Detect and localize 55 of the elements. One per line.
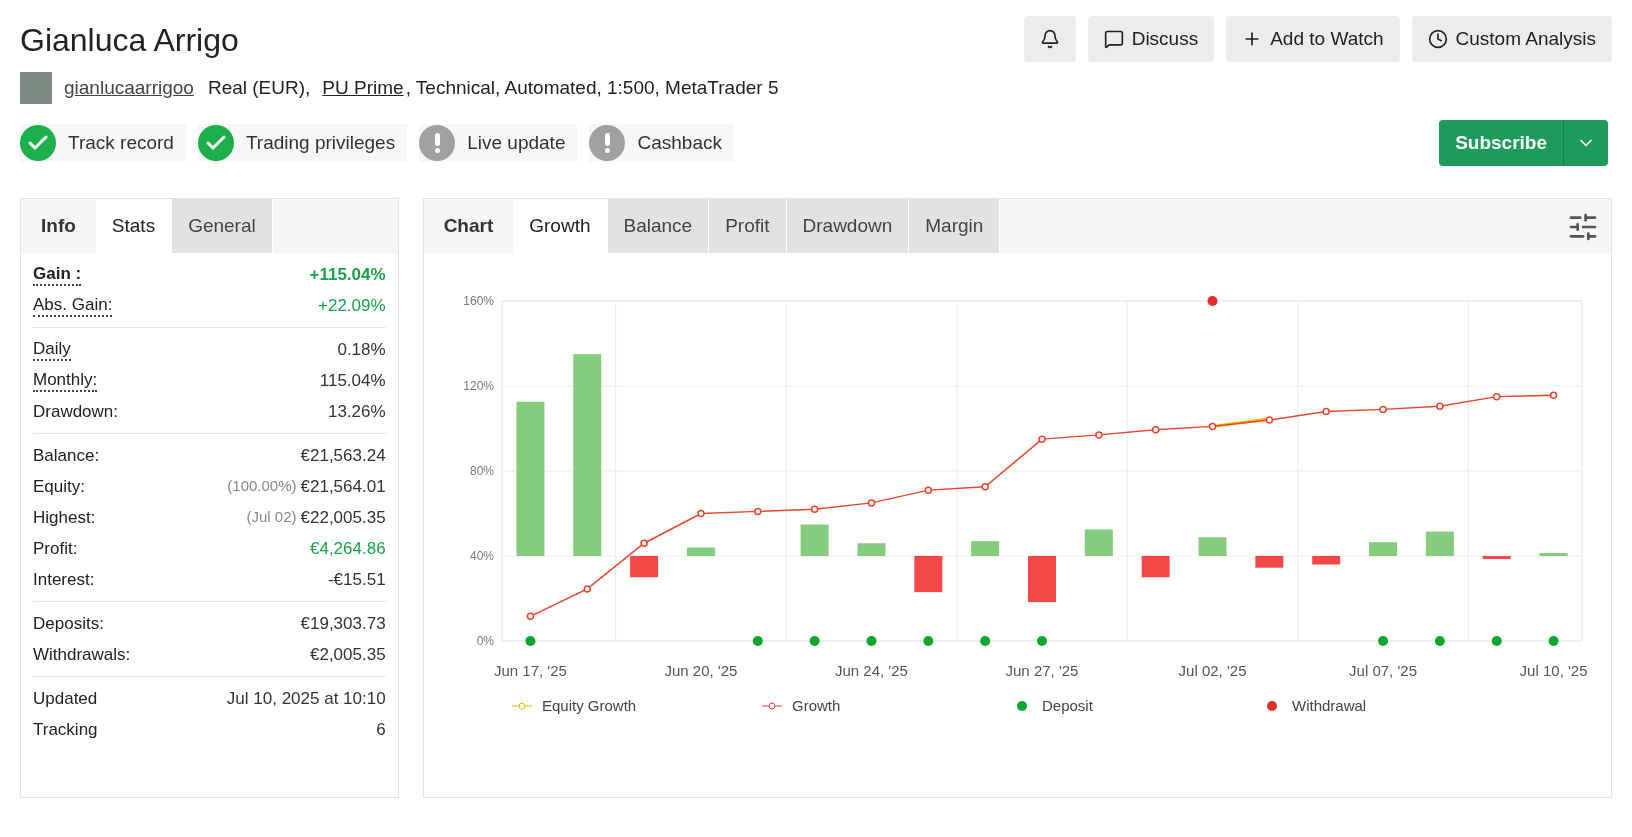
axis-label: Jun 27, '25 bbox=[1005, 662, 1079, 679]
account-details: , Technical, Automated, 1:500, MetaTrader 5 bbox=[405, 75, 779, 100]
axis-label: 0% bbox=[476, 634, 494, 648]
stat-value: 13.26% bbox=[327, 400, 386, 423]
stat-value: €2,005.35 bbox=[310, 643, 386, 666]
stat-value: Jul 10, 2025 at 10:10 bbox=[226, 687, 386, 710]
stat-value: -€15.51 bbox=[327, 568, 386, 591]
stat-label: Balance: bbox=[33, 444, 100, 467]
stat-label: Tracking bbox=[33, 718, 98, 741]
stat-value: €4,264.86 bbox=[310, 537, 386, 560]
stat-label: Gain : bbox=[33, 262, 82, 287]
stat-label: Withdrawals: bbox=[33, 643, 131, 666]
legend-label: Growth bbox=[791, 697, 840, 714]
stat-label: Highest: bbox=[33, 506, 96, 529]
badge-label: Trading privileges bbox=[245, 130, 396, 155]
axis-label: 120% bbox=[462, 379, 494, 393]
stat-label: Interest: bbox=[33, 568, 95, 591]
account-details: Real (EUR), bbox=[207, 75, 311, 100]
stat-label: Drawdown: bbox=[33, 400, 119, 423]
stat-value: €19,303.73 bbox=[300, 612, 386, 635]
stat-value: +22.09% bbox=[318, 294, 386, 317]
stat-label: Equity: bbox=[33, 475, 85, 498]
axis-label: Jul 10, '25 bbox=[1519, 662, 1588, 679]
badge-label: Track record bbox=[68, 130, 174, 155]
stat-label: Deposits: bbox=[33, 612, 104, 635]
panel-title: Info bbox=[40, 213, 77, 238]
axis-label: 40% bbox=[469, 549, 494, 563]
stat-label: Updated bbox=[33, 687, 98, 710]
stat-value: 0.18% bbox=[337, 338, 386, 361]
axis-label: Jun 17, '25 bbox=[493, 662, 567, 679]
legend-label: Equity Growth bbox=[541, 697, 636, 714]
legend-label: Withdrawal bbox=[1291, 697, 1366, 714]
stat-value: 6 bbox=[376, 718, 386, 741]
badge-label: Cashback bbox=[637, 130, 722, 155]
axis-label: Jul 07, '25 bbox=[1348, 662, 1417, 679]
axis-label: Jun 20, '25 bbox=[664, 662, 738, 679]
axis-label: Jul 02, '25 bbox=[1178, 662, 1247, 679]
axis-label: Jun 24, '25 bbox=[834, 662, 908, 679]
axis-label: 160% bbox=[462, 294, 494, 308]
stat-value: 115.04% bbox=[319, 369, 386, 392]
stat-label: Abs. Gain: bbox=[33, 293, 113, 318]
axis-label: 80% bbox=[469, 464, 494, 478]
stat-note: (Jul 02) bbox=[246, 507, 297, 528]
stat-note: (100.00%) bbox=[227, 476, 297, 497]
stat-value: €21,563.24 bbox=[300, 444, 386, 467]
stat-value: +115.04% bbox=[309, 263, 386, 286]
panel-title: Chart bbox=[442, 213, 495, 238]
legend-label: Deposit bbox=[1041, 697, 1093, 714]
stat-value: €22,005.35 bbox=[300, 506, 386, 529]
page-title: Gianluca Arrigo bbox=[20, 24, 240, 56]
stat-label: Monthly: bbox=[33, 368, 98, 393]
badge-label: Live update bbox=[467, 130, 566, 155]
stat-value: €21,564.01 bbox=[300, 475, 386, 498]
stat-label: Daily bbox=[33, 337, 71, 362]
stat-label: Profit: bbox=[33, 537, 78, 560]
